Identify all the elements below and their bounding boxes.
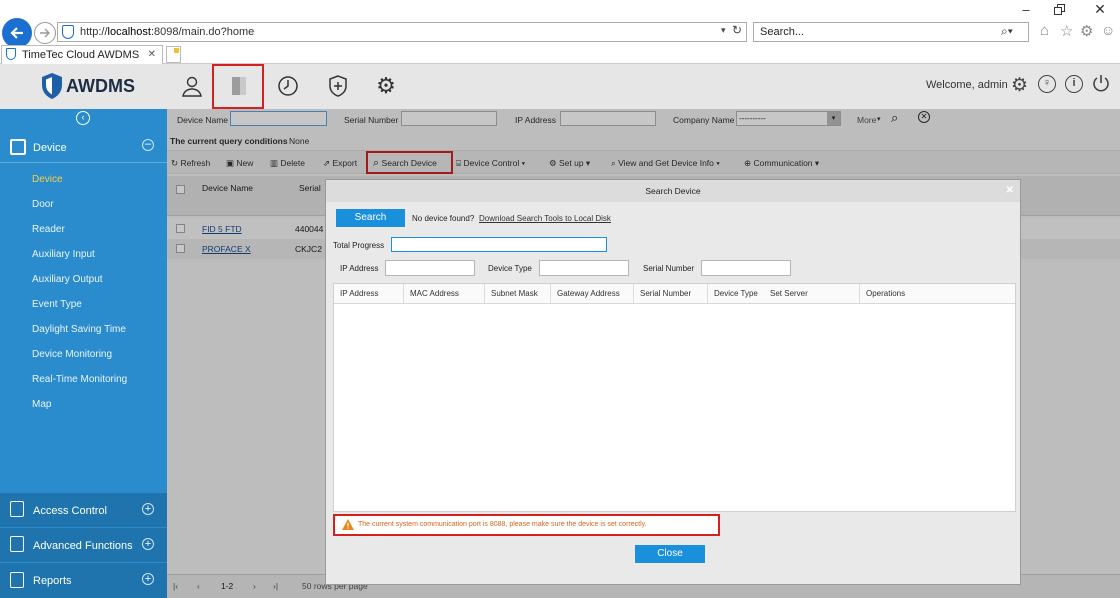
browser-search-input[interactable]: Search... [753,22,1029,42]
sidebar-item-daylight-saving[interactable]: Daylight Saving Time [32,324,126,335]
tab-title: TimeTec Cloud AWDMS [22,49,140,61]
browser-chrome: – ✕ http://localhost:8098/main.do?home ▾… [0,0,1120,64]
sidebar-item-reader[interactable]: Reader [32,224,65,235]
sidebar-item-auxiliary-output[interactable]: Auxiliary Output [32,274,103,285]
sidebar-item-device[interactable]: Device [32,174,63,185]
not-found-text: No device found? [412,214,475,223]
sidebar-section-label: Access Control [33,505,107,517]
ip-address-input[interactable] [385,260,475,276]
star-icon[interactable]: ☆ [1060,22,1073,40]
user-nav-icon[interactable] [180,74,204,98]
dialog-title: Search Device [645,186,701,196]
forward-button[interactable] [34,22,56,44]
serial-number-input[interactable] [701,260,791,276]
sidebar-section-reports[interactable]: Reports + [0,563,167,598]
advanced-icon [10,536,24,552]
search-device-dialog: Search Device ✕ Search No device found? … [325,179,1021,585]
welcome-text: Welcome, admin [926,79,1008,91]
close-button-label: Close [657,548,683,559]
sidebar-item-device-monitoring[interactable]: Device Monitoring [32,349,112,360]
door-nav-icon[interactable] [227,74,251,98]
sidebar-item-map[interactable]: Map [32,399,51,410]
results-header: IP Address MAC Address Subnet Mask Gatew… [334,284,1015,304]
ip-address-label: IP Address [340,264,379,273]
settings-nav-icon[interactable]: ⚙ [374,73,398,98]
warning-icon [342,519,354,533]
back-arrow-icon [10,27,23,39]
warning-text: The current system communication port is… [358,521,647,528]
shield-logo-icon [42,73,62,99]
page-icon [62,25,74,39]
app-logo: AWDMS [40,71,170,101]
total-progress-bar [391,237,607,252]
info-icon[interactable]: i [1065,75,1083,93]
sidebar-section-label: Advanced Functions [33,540,133,552]
lock-icon [10,501,24,517]
gear-icon[interactable]: ⚙ [1080,22,1093,40]
results-table: IP Address MAC Address Subnet Mask Gatew… [333,283,1016,512]
col-device-type[interactable]: Device Type [708,284,764,304]
device-section-icon [10,139,26,155]
sidebar-section-device[interactable]: Device – [0,131,167,163]
col-set-server[interactable]: Set Server [764,284,860,304]
device-type-input[interactable] [539,260,629,276]
col-serial-number[interactable]: Serial Number [634,284,708,304]
app-header: AWDMS ⚙ Welcome, admin ⚙ ♀ i [0,64,1120,109]
col-ip-address[interactable]: IP Address [334,284,404,304]
search-button[interactable]: Search [336,209,405,227]
close-window-icon[interactable]: ✕ [1092,1,1108,17]
new-tab-button[interactable] [166,46,181,63]
clock-nav-icon[interactable] [276,74,300,98]
expand-icon[interactable]: + [142,503,154,515]
device-type-label: Device Type [488,264,532,273]
serial-number-label: Serial Number [643,264,695,273]
sidebar-item-realtime-monitoring[interactable]: Real-Time Monitoring [32,374,127,385]
power-icon[interactable] [1091,73,1111,96]
address-bar[interactable]: http://localhost:8098/main.do?home [57,22,747,42]
url-rest: :8098/main.do?home [150,26,255,38]
dropdown-arrow-icon[interactable]: ▾ [721,25,726,36]
sidebar-item-auxiliary-input[interactable]: Auxiliary Input [32,249,95,260]
sidebar-item-event-type[interactable]: Event Type [32,299,82,310]
col-mac-address[interactable]: MAC Address [404,284,485,304]
settings-icon[interactable]: ⚙ [1011,74,1028,97]
sidebar-section-label: Reports [33,575,72,587]
logo-text: AWDMS [66,76,135,96]
minimize-icon[interactable]: – [1016,2,1036,18]
download-tools-link[interactable]: Download Search Tools to Local Disk [479,214,611,223]
sidebar-item-door[interactable]: Door [32,199,54,210]
refresh-page-icon[interactable]: ↻ [732,23,742,37]
expand-icon[interactable]: + [142,573,154,585]
sidebar-section-access-control[interactable]: Access Control + [0,493,167,527]
browser-search-placeholder: Search... [760,26,805,38]
dialog-close-icon[interactable]: ✕ [1006,180,1014,202]
browser-tab[interactable]: TimeTec Cloud AWDMS ✕ [1,45,163,64]
search-icon[interactable]: ⌕▾ [1001,24,1013,39]
search-button-label: Search [354,212,387,223]
tab-favicon [6,48,16,60]
col-gateway-address[interactable]: Gateway Address [551,284,634,304]
col-subnet-mask[interactable]: Subnet Mask [485,284,551,304]
total-progress-label: Total Progress [333,241,385,250]
restore-icon[interactable] [1053,4,1069,18]
dialog-titlebar: Search Device ✕ [326,180,1020,202]
close-button[interactable]: Close [635,545,705,563]
col-operations[interactable]: Operations [860,284,1015,304]
tab-close-icon[interactable]: ✕ [148,46,156,64]
expand-icon[interactable]: + [142,538,154,550]
plus-shield-nav-icon[interactable] [326,74,350,98]
reports-icon [10,572,24,588]
url-prefix: http:// [80,26,108,38]
sidebar-section-label: Device [33,142,67,154]
sidebar: ‹ Device – Device Door Reader Auxiliary … [0,109,167,598]
sidebar-section-advanced-functions[interactable]: Advanced Functions + [0,528,167,562]
collapse-sidebar-icon[interactable]: ‹ [76,111,90,125]
back-button[interactable] [2,18,32,48]
forward-arrow-icon [40,28,50,38]
url-host: localhost [107,26,151,38]
smiley-icon[interactable]: ☺ [1101,22,1115,38]
collapse-icon[interactable]: – [142,139,154,151]
home-icon[interactable]: ⌂ [1040,22,1049,39]
user-icon[interactable]: ♀ [1038,75,1056,93]
